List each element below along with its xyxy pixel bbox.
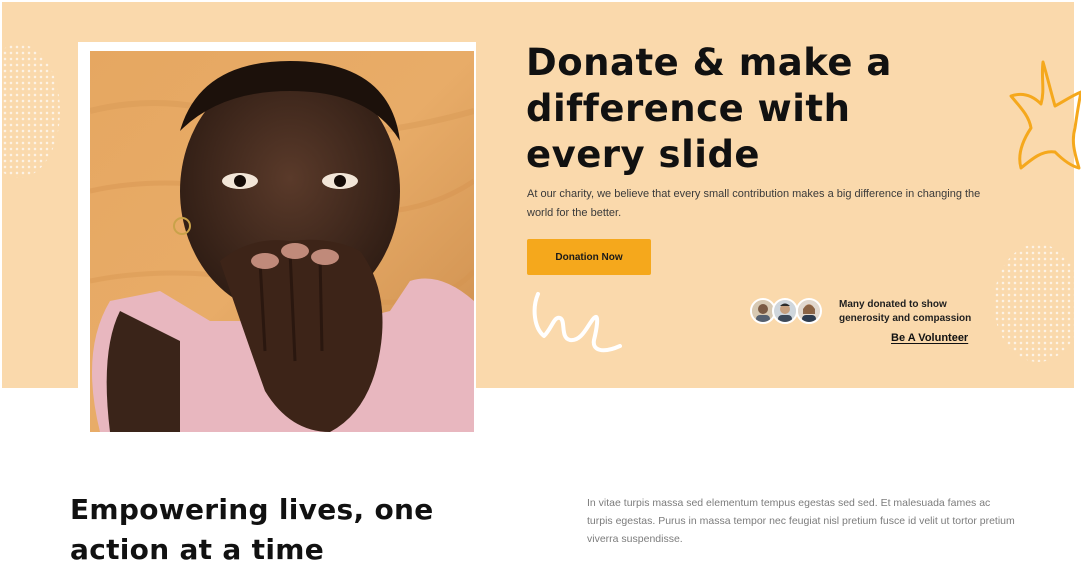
section-body: In vitae turpis massa sed elementum temp… — [587, 497, 1015, 545]
donation-now-button[interactable]: Donation Now — [527, 239, 651, 275]
section-heading: Empowering lives, one action at a time — [70, 493, 434, 566]
hero-description: At our charity, we believe that every sm… — [527, 188, 981, 219]
signature-doodle — [532, 292, 622, 353]
dot-pattern-left — [2, 44, 60, 178]
avatar — [772, 298, 798, 324]
donor-avatars — [750, 298, 830, 326]
be-a-volunteer-link[interactable]: Be A Volunteer — [891, 332, 968, 344]
hero-title: Donate & make a difference with every sl… — [526, 41, 892, 176]
hero-photo — [90, 51, 474, 432]
dot-pattern-right — [994, 244, 1074, 362]
star-doodle-icon — [1009, 60, 1081, 170]
donors-caption: Many donated to show generosity and comp… — [839, 299, 972, 324]
avatar — [796, 298, 822, 324]
